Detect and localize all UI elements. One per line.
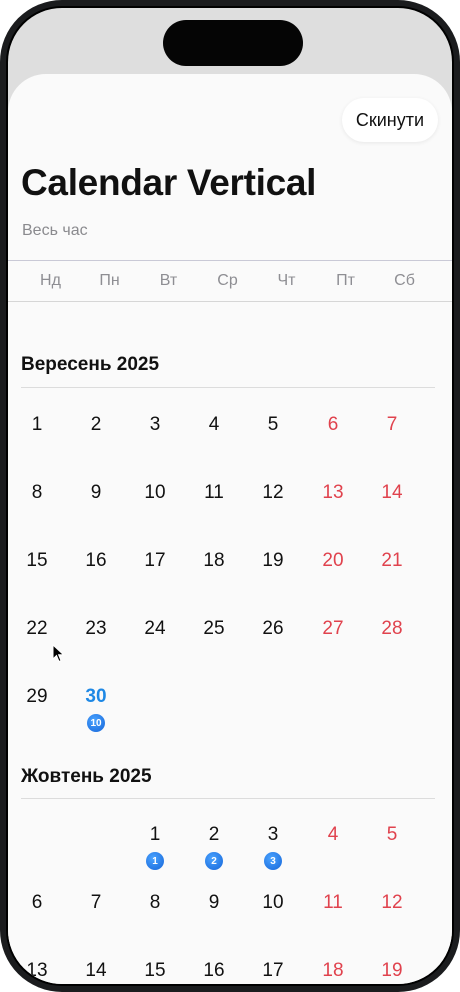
day-cell-sat[interactable]: 5 — [367, 824, 417, 846]
day-cell-tue[interactable]: 8 — [130, 892, 180, 914]
day-cell-mon[interactable]: 7 — [71, 892, 121, 914]
weekday-fri: Пт — [336, 272, 355, 289]
day-cell-wed[interactable]: 25 — [189, 618, 239, 640]
day-cell-mon[interactable]: 9 — [71, 482, 121, 504]
day-cell-wed[interactable]: 11 — [189, 482, 239, 504]
day-cell-sat[interactable]: 12 — [367, 892, 417, 914]
day-cell-wed[interactable]: 18 — [189, 550, 239, 572]
day-cell-wed[interactable]: 16 — [189, 960, 239, 982]
day-cell-fri[interactable]: 13 — [308, 482, 358, 504]
day-cell-sun[interactable]: 15 — [12, 550, 62, 572]
day-cell-wed[interactable]: 4 — [189, 414, 239, 436]
day-cell-thu[interactable]: 17 — [248, 960, 298, 982]
day-cell-sat[interactable]: 7 — [367, 414, 417, 436]
day-cell-thu[interactable]: 19 — [248, 550, 298, 572]
weekday-tue: Вт — [159, 272, 178, 289]
month-divider — [21, 798, 435, 799]
calendar-sheet: Скинути Calendar Vertical Весь час Нд Пн… — [8, 74, 452, 984]
day-cell-fri[interactable]: 6 — [308, 414, 358, 436]
period-filter-label[interactable]: Весь час — [22, 222, 88, 240]
day-cell-thu[interactable]: 3 — [248, 824, 298, 846]
event-count-badge: 2 — [205, 852, 223, 870]
mouse-cursor-icon — [52, 644, 65, 663]
day-cell-sat[interactable]: 19 — [367, 960, 417, 982]
day-cell-sun[interactable]: 6 — [12, 892, 62, 914]
screen: Скинути Calendar Vertical Весь час Нд Пн… — [8, 8, 452, 984]
event-count-badge: 10 — [87, 714, 105, 732]
day-cell-fri[interactable]: 20 — [308, 550, 358, 572]
day-cell-sun[interactable]: 1 — [12, 414, 62, 436]
weekday-mon: Пн — [99, 272, 120, 289]
reset-button[interactable]: Скинути — [341, 98, 438, 142]
day-cell-tue[interactable]: 24 — [130, 618, 180, 640]
day-cell-fri[interactable]: 11 — [308, 892, 358, 914]
day-cell-sat[interactable]: 21 — [367, 550, 417, 572]
day-cell-tue[interactable]: 15 — [130, 960, 180, 982]
weekday-header: Нд Пн Вт Ср Чт Пт Сб — [8, 260, 452, 302]
day-cell-tue[interactable]: 17 — [130, 550, 180, 572]
day-cell-sat[interactable]: 28 — [367, 618, 417, 640]
weekday-sun: Нд — [40, 272, 61, 289]
phone-frame: Скинути Calendar Vertical Весь час Нд Пн… — [0, 0, 460, 992]
day-cell-wed[interactable]: 9 — [189, 892, 239, 914]
day-cell-sun[interactable]: 8 — [12, 482, 62, 504]
day-cell-mon[interactable]: 23 — [71, 618, 121, 640]
day-cell-tue[interactable]: 10 — [130, 482, 180, 504]
day-cell-tue[interactable]: 1 — [130, 824, 180, 846]
event-count-badge: 3 — [264, 852, 282, 870]
page-title: Calendar Vertical — [21, 162, 317, 203]
day-cell-fri[interactable]: 18 — [308, 960, 358, 982]
day-cell-thu[interactable]: 10 — [248, 892, 298, 914]
day-cell-sun[interactable]: 13 — [12, 960, 62, 982]
month-title: Жовтень 2025 — [21, 766, 152, 787]
day-cell-mon[interactable]: 2 — [71, 414, 121, 436]
day-cell-mon[interactable]: 30 — [71, 686, 121, 708]
month-divider — [21, 387, 435, 388]
day-cell-fri[interactable]: 27 — [308, 618, 358, 640]
day-cell-mon[interactable]: 14 — [71, 960, 121, 982]
day-cell-mon[interactable]: 16 — [71, 550, 121, 572]
day-cell-thu[interactable]: 26 — [248, 618, 298, 640]
day-cell-wed[interactable]: 2 — [189, 824, 239, 846]
day-cell-sat[interactable]: 14 — [367, 482, 417, 504]
day-cell-sun[interactable]: 22 — [12, 618, 62, 640]
day-cell-sun[interactable]: 29 — [12, 686, 62, 708]
month-title: Вересень 2025 — [21, 354, 160, 375]
event-count-badge: 1 — [146, 852, 164, 870]
day-cell-thu[interactable]: 12 — [248, 482, 298, 504]
weekday-thu: Чт — [277, 272, 296, 289]
dynamic-island — [163, 20, 303, 66]
day-cell-fri[interactable]: 4 — [308, 824, 358, 846]
weekday-sat: Сб — [394, 272, 415, 289]
day-cell-thu[interactable]: 5 — [248, 414, 298, 436]
phone-bezel: Скинути Calendar Vertical Весь час Нд Пн… — [6, 6, 454, 986]
day-cell-tue[interactable]: 3 — [130, 414, 180, 436]
weekday-wed: Ср — [217, 272, 238, 289]
